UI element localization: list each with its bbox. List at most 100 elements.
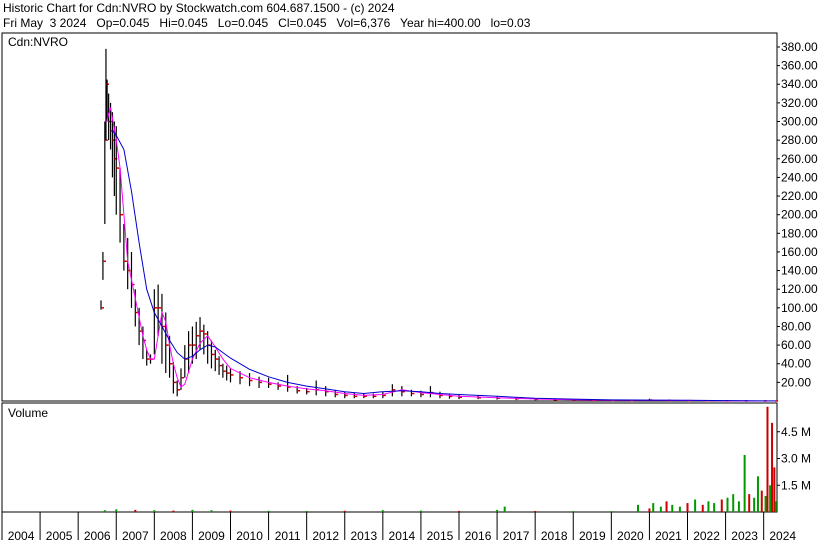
x-tick-label: 2022 (693, 529, 720, 543)
volume-y-axis: 1.5 M 3.0 M 4.5 M (777, 425, 811, 492)
x-tick-label: 2015 (427, 529, 454, 543)
volume-bar (153, 510, 156, 512)
volume-bar (636, 504, 639, 512)
volume-y-tick-label: 3.0 M (781, 452, 811, 466)
volume-bar (305, 510, 308, 512)
volume-bar (671, 504, 674, 512)
volume-bar (534, 510, 537, 512)
x-tick-label: 2017 (503, 529, 530, 543)
volume-bar (694, 499, 697, 512)
x-tick-label: 2004 (8, 529, 35, 543)
volume-bar (381, 510, 384, 512)
price-y-tick-label: 100.00 (781, 301, 818, 315)
moving-average-lines (106, 107, 776, 402)
price-y-tick-label: 140.00 (781, 264, 818, 278)
volume-bar (737, 501, 740, 512)
x-tick-label: 2019 (579, 529, 606, 543)
volume-bar (210, 510, 213, 512)
price-y-tick-label: 160.00 (781, 245, 818, 259)
price-y-tick-label: 240.00 (781, 170, 818, 184)
x-tick-label: 2020 (617, 529, 644, 543)
volume-bar (686, 503, 689, 512)
price-y-tick-label: 380.00 (781, 40, 818, 54)
volume-bar (652, 503, 655, 512)
x-tick-label: 2021 (655, 529, 682, 543)
short-moving-average-line (106, 107, 776, 402)
volume-bar (229, 510, 232, 512)
volume-bar (134, 509, 137, 512)
price-y-tick-label: 300.00 (781, 115, 818, 129)
volume-bar (753, 497, 756, 512)
volume-bar (458, 510, 461, 512)
volume-bars (103, 406, 777, 513)
volume-bar (172, 510, 175, 512)
volume-bar (713, 503, 716, 512)
volume-bar (648, 508, 651, 512)
volume-bar (760, 490, 763, 512)
x-tick-label: 2014 (389, 529, 416, 543)
price-y-tick-label: 20.00 (781, 375, 811, 389)
volume-bar (732, 494, 735, 512)
volume-bar (610, 511, 613, 513)
volume-bar (343, 510, 346, 512)
x-tick-label: 2006 (84, 529, 111, 543)
x-tick-label: 2024 (769, 529, 796, 543)
volume-bar (665, 501, 668, 512)
price-y-tick-label: 60.00 (781, 338, 811, 352)
volume-bar (103, 510, 106, 512)
volume-bar (496, 509, 499, 512)
price-y-tick-label: 200.00 (781, 208, 818, 222)
volume-bar (766, 406, 769, 512)
price-y-axis: 20.00 40.00 60.00 80.00 100.00 120.00 140.00 16… (777, 40, 818, 389)
volume-y-tick-label: 1.5 M (781, 478, 811, 492)
volume-bar (769, 485, 772, 512)
price-y-tick-label: 340.00 (781, 77, 818, 91)
price-y-tick-label: 220.00 (781, 189, 818, 203)
volume-bar (503, 506, 506, 512)
x-tick-label: 2018 (541, 529, 568, 543)
volume-bar (659, 506, 662, 512)
volume-bar (748, 494, 751, 512)
price-symbol-label: Cdn:NVRO (8, 35, 68, 49)
volume-bar (720, 499, 723, 512)
price-panel-frame (1, 32, 778, 402)
price-y-tick-label: 260.00 (781, 152, 818, 166)
volume-panel-label: Volume (8, 406, 48, 420)
price-y-tick-label: 280.00 (781, 133, 818, 147)
x-tick-label: 2012 (312, 529, 339, 543)
volume-bar (764, 495, 767, 512)
volume-bar (726, 497, 729, 512)
volume-panel-frame (1, 402, 778, 513)
volume-bar (115, 509, 118, 512)
year-x-axis: 2004 2005 2006 2007 2008 2009 2010 2011 2012 2013… (1, 512, 796, 543)
x-tick-label: 2005 (46, 529, 73, 543)
price-y-tick-label: 120.00 (781, 282, 818, 296)
price-y-tick-label: 180.00 (781, 226, 818, 240)
volume-bar (774, 501, 777, 512)
volume-bar (743, 454, 746, 512)
x-tick-label: 2009 (198, 529, 225, 543)
volume-bar (572, 511, 575, 513)
x-tick-label: 2007 (122, 529, 149, 543)
volume-bar (756, 476, 759, 512)
price-y-tick-label: 80.00 (781, 319, 811, 333)
x-tick-label: 2011 (275, 529, 301, 543)
x-tick-label: 2013 (350, 529, 377, 543)
x-tick-label: 2010 (236, 529, 263, 543)
volume-bar (267, 510, 270, 512)
volume-bar (678, 506, 681, 512)
x-tick-label: 2008 (160, 529, 187, 543)
price-y-tick-label: 40.00 (781, 357, 811, 371)
x-tick-label: 2016 (465, 529, 492, 543)
volume-bar (771, 422, 774, 512)
price-y-tick-label: 320.00 (781, 96, 818, 110)
stock-chart: Cdn:NVRO Volume 20.00 40.00 60.00 80.00 100.… (1, 32, 818, 543)
volume-bar (707, 501, 710, 512)
volume-y-tick-label: 4.5 M (781, 425, 811, 439)
chart-window: Historic Chart for Cdn:NVRO by Stockwatc… (0, 0, 830, 543)
volume-bar (701, 504, 704, 512)
price-y-tick-label: 360.00 (781, 59, 818, 73)
volume-bar (191, 509, 194, 512)
volume-bar (419, 510, 422, 512)
x-tick-label: 2023 (731, 529, 758, 543)
